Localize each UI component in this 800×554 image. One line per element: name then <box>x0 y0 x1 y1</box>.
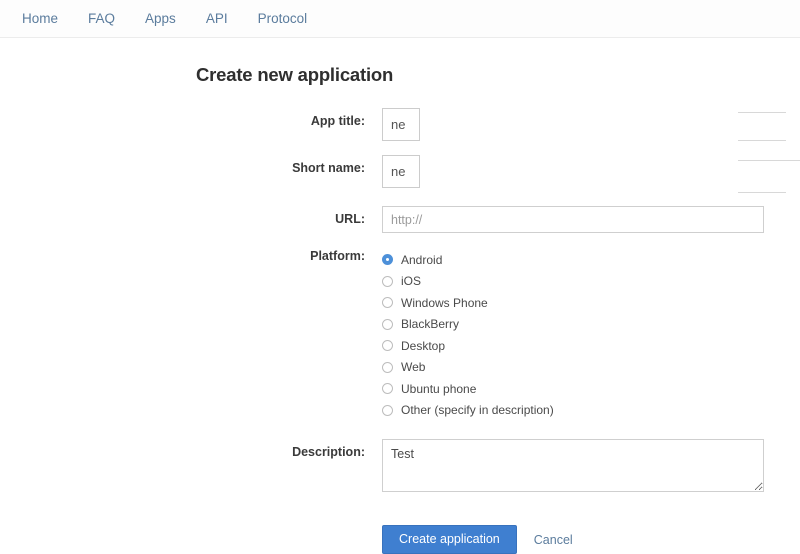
platform-radio-group: Android iOS Windows Phone BlackBerry Des <box>382 247 800 421</box>
radio-dot-icon[interactable] <box>382 383 393 394</box>
platform-option-blackberry[interactable]: BlackBerry <box>382 314 800 335</box>
short-name-input[interactable] <box>382 155 420 188</box>
radio-dot-icon[interactable] <box>382 297 393 308</box>
form-row-description: Description: <box>0 439 800 497</box>
platform-label: Platform: <box>310 249 365 263</box>
url-field-wrap <box>382 206 800 233</box>
platform-option-label: Android <box>401 252 443 267</box>
input-border-fragment <box>738 192 786 193</box>
form-row-app-title: App title: <box>0 108 800 141</box>
url-input[interactable] <box>382 206 764 233</box>
radio-dot-icon[interactable] <box>382 340 393 351</box>
radio-dot-icon[interactable] <box>382 404 393 416</box>
platform-option-other[interactable]: Other (specify in description) <box>382 400 800 421</box>
create-application-page: Create new application App title: Short … <box>0 38 800 554</box>
platform-option-label: Web <box>401 360 426 374</box>
cancel-link[interactable]: Cancel <box>534 533 573 547</box>
form-row-short-name: Short name: <box>0 155 800 188</box>
radio-dot-icon[interactable] <box>382 275 393 287</box>
top-navigation-bar: Home FAQ Apps API Protocol <box>0 0 800 38</box>
app-title-input[interactable] <box>382 108 420 141</box>
platform-option-ios[interactable]: iOS <box>382 271 800 292</box>
url-label: URL: <box>335 212 365 226</box>
nav-link-protocol[interactable]: Protocol <box>258 0 326 38</box>
page-title: Create new application <box>196 64 394 85</box>
create-application-button[interactable]: Create application <box>382 525 517 554</box>
platform-option-label: iOS <box>401 274 422 288</box>
platform-option-desktop[interactable]: Desktop <box>382 335 800 356</box>
platform-option-label: Desktop <box>401 338 446 353</box>
radio-dot-icon[interactable] <box>382 254 393 265</box>
platform-option-label: BlackBerry <box>401 317 460 331</box>
platform-option-ubuntu-phone[interactable]: Ubuntu phone <box>382 378 800 399</box>
platform-option-label: Windows Phone <box>401 295 488 310</box>
create-application-form: App title: Short name: URL: Platform: <box>0 108 800 554</box>
nav-link-home[interactable]: Home <box>22 0 76 38</box>
platform-option-android[interactable]: Android <box>382 249 800 270</box>
actions-wrap: Create application Cancel <box>382 525 800 554</box>
short-name-label: Short name: <box>292 161 365 175</box>
radio-dot-icon[interactable] <box>382 318 393 330</box>
description-field-wrap <box>382 439 800 497</box>
platform-option-windows-phone[interactable]: Windows Phone <box>382 292 800 313</box>
nav-link-apps[interactable]: Apps <box>145 0 194 38</box>
nav-link-api[interactable]: API <box>206 0 246 38</box>
radio-dot-icon[interactable] <box>382 361 393 373</box>
nav-link-faq[interactable]: FAQ <box>88 0 133 38</box>
input-border-fragment <box>738 112 786 113</box>
platform-option-label: Ubuntu phone <box>401 381 477 396</box>
form-row-url: URL: <box>0 206 800 233</box>
description-label: Description: <box>292 445 365 459</box>
input-border-fragment <box>738 140 786 141</box>
description-textarea[interactable] <box>382 439 764 492</box>
input-border-fragment <box>738 160 800 161</box>
actions-spacer <box>0 511 382 517</box>
platform-option-label: Other (specify in description) <box>401 403 554 417</box>
app-title-label: App title: <box>310 114 365 128</box>
platform-option-web[interactable]: Web <box>382 357 800 378</box>
form-row-platform: Platform: Android iOS Windows Phone Blac… <box>0 247 800 421</box>
